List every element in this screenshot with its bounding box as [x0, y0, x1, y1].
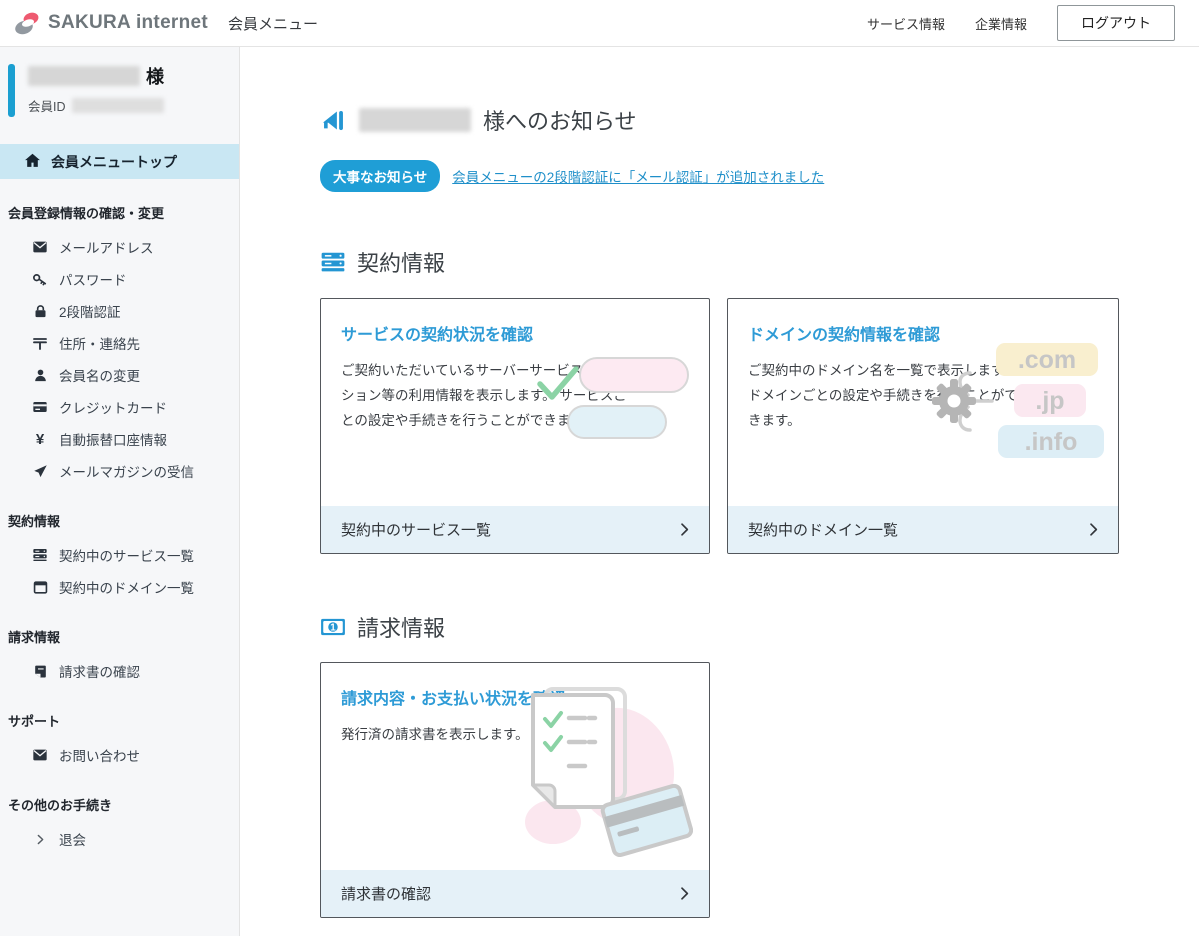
- user-block: 様 会員ID: [8, 63, 239, 121]
- service-illustration: [535, 351, 695, 471]
- user-icon: [32, 367, 48, 383]
- sidebar-item-label: 契約中のドメイン一覧: [59, 577, 194, 597]
- sidebar-item-label: 自動振替口座情報: [59, 429, 167, 449]
- sidebar-item-label: 2段階認証: [59, 301, 121, 321]
- postal-mark-icon: [32, 335, 48, 351]
- redacted-user-name: [28, 66, 140, 86]
- notice-title-text: 様へのお知らせ: [483, 104, 637, 136]
- sidebar-item-service-list[interactable]: 契約中のサービス一覧: [0, 539, 239, 571]
- mail-icon: [32, 747, 48, 763]
- sidebar-item-label: メールアドレス: [59, 237, 154, 257]
- brand-logo-link[interactable]: SAKURA internet: [14, 10, 208, 36]
- sidebar-heading-billing: 請求情報: [0, 627, 239, 646]
- credit-card-icon: [32, 399, 48, 415]
- sidebar-item-contact[interactable]: お問い合わせ: [0, 739, 239, 771]
- chevron-right-icon: [676, 521, 693, 538]
- chevron-right-icon: [676, 885, 693, 902]
- sidebar-item-member-menu-top[interactable]: 会員メニュートップ: [0, 144, 239, 179]
- sidebar-item-label: 会員メニュートップ: [51, 152, 177, 172]
- notice-link[interactable]: 会員メニューの2段階認証に「メール認証」が追加されました: [452, 166, 824, 186]
- contract-section-heading: 契約情報: [320, 246, 1199, 278]
- service-list-footer-link[interactable]: 契約中のサービス一覧: [321, 506, 709, 553]
- sidebar-item-label: 会員名の変更: [59, 365, 140, 385]
- redacted-user-name: [359, 108, 471, 132]
- sidebar-item-label: メールマガジンの受信: [59, 461, 194, 481]
- sidebar-heading-support: サポート: [0, 711, 239, 730]
- svg-text:.info: .info: [1025, 428, 1078, 456]
- sidebar-item-credit-card[interactable]: クレジットカード: [0, 391, 239, 423]
- home-icon: [24, 152, 41, 172]
- invoice-icon: [32, 663, 48, 679]
- browser-window-icon: [32, 579, 48, 595]
- brand-name: SAKURA internet: [48, 12, 208, 34]
- svg-text:.jp: .jp: [1035, 387, 1064, 415]
- megaphone-icon: [320, 107, 347, 134]
- user-accent-bar: [8, 64, 15, 117]
- card-title: ドメインの契約情報を確認: [748, 321, 1098, 345]
- server-stack-icon: [320, 249, 346, 275]
- banknote-icon: 1: [320, 614, 346, 640]
- footer-link-label: 契約中のサービス一覧: [341, 519, 491, 540]
- sidebar-item-invoice-check[interactable]: 請求書の確認: [0, 655, 239, 687]
- sidebar-item-label: パスワード: [59, 269, 127, 289]
- sidebar-item-label: クレジットカード: [59, 397, 167, 417]
- sidebar-item-bank-transfer[interactable]: ¥ 自動振替口座情報: [0, 423, 239, 455]
- sidebar-item-label: お問い合わせ: [59, 745, 140, 765]
- sidebar-item-mail-address[interactable]: メールアドレス: [0, 231, 239, 263]
- header-link-service-info[interactable]: サービス情報: [867, 14, 945, 33]
- chevron-right-icon: [32, 831, 48, 847]
- domain-contract-card: ドメインの契約情報を確認 ご契約中のドメイン名を一覧で表示します。 ドメインごと…: [727, 298, 1119, 554]
- main-content: 様へのお知らせ 大事なお知らせ 会員メニューの2段階認証に「メール認証」が追加さ…: [240, 47, 1199, 936]
- redacted-member-id: [72, 98, 164, 113]
- yen-icon: ¥: [32, 431, 48, 447]
- svg-text:1: 1: [330, 622, 336, 633]
- lock-icon: [32, 303, 48, 319]
- important-notice-badge: 大事なお知らせ: [320, 160, 440, 192]
- domain-list-footer-link[interactable]: 契約中のドメイン一覧: [728, 506, 1118, 553]
- mail-icon: [32, 239, 48, 255]
- sidebar-item-password[interactable]: パスワード: [0, 263, 239, 295]
- sidebar-item-mail-magazine[interactable]: メールマガジンの受信: [0, 455, 239, 487]
- user-name-suffix: 様: [146, 63, 164, 89]
- header-link-corporate-info[interactable]: 企業情報: [975, 14, 1027, 33]
- logout-button[interactable]: ログアウト: [1057, 5, 1175, 41]
- sidebar-item-label: 請求書の確認: [59, 661, 140, 681]
- server-stack-icon: [32, 547, 48, 563]
- section-title: 契約情報: [357, 246, 445, 278]
- chevron-right-icon: [1085, 521, 1102, 538]
- sidebar-item-two-factor[interactable]: 2段階認証: [0, 295, 239, 327]
- invoice-illustration: [493, 687, 693, 862]
- billing-card: 請求内容・お支払い状況を確認 発行済の請求書を表示します。: [320, 662, 710, 918]
- service-contract-card: サービスの契約状況を確認 ご契約いただいているサーバーサービスや、オプション等の…: [320, 298, 710, 554]
- check-icon: [535, 363, 581, 410]
- member-id-label: 会員ID: [28, 96, 66, 115]
- footer-link-label: 契約中のドメイン一覧: [748, 519, 898, 540]
- notice-title: 様へのお知らせ: [320, 104, 1199, 136]
- invoice-footer-link[interactable]: 請求書の確認: [321, 870, 709, 917]
- sidebar-heading-member-info: 会員登録情報の確認・変更: [0, 203, 239, 222]
- paper-plane-icon: [32, 463, 48, 479]
- sidebar: 様 会員ID 会員メニュートップ 会員登録情報の確認・変更 メールアドレス: [0, 47, 240, 936]
- footer-link-label: 請求書の確認: [341, 883, 431, 904]
- sidebar-item-label: 契約中のサービス一覧: [59, 545, 194, 565]
- sidebar-heading-contract: 契約情報: [0, 511, 239, 530]
- sidebar-heading-other: その他のお手続き: [0, 795, 239, 814]
- gear-icon: [932, 379, 976, 423]
- sidebar-item-member-name[interactable]: 会員名の変更: [0, 359, 239, 391]
- billing-section-heading: 1 請求情報: [320, 611, 1199, 643]
- top-header: SAKURA internet 会員メニュー サービス情報 企業情報 ログアウト: [0, 0, 1199, 47]
- sidebar-item-label: 住所・連絡先: [59, 333, 140, 353]
- card-title: サービスの契約状況を確認: [341, 321, 689, 345]
- key-icon: [32, 271, 48, 287]
- domain-illustration: .com .jp .info: [930, 343, 1108, 464]
- sakura-logo-icon: [14, 10, 40, 36]
- svg-text:.com: .com: [1018, 346, 1076, 374]
- sidebar-item-domain-list[interactable]: 契約中のドメイン一覧: [0, 571, 239, 603]
- sidebar-item-withdraw[interactable]: 退会: [0, 823, 239, 855]
- sidebar-item-label: 退会: [59, 829, 86, 849]
- section-title: 請求情報: [357, 611, 445, 643]
- sidebar-item-address[interactable]: 住所・連絡先: [0, 327, 239, 359]
- app-title: 会員メニュー: [228, 13, 318, 34]
